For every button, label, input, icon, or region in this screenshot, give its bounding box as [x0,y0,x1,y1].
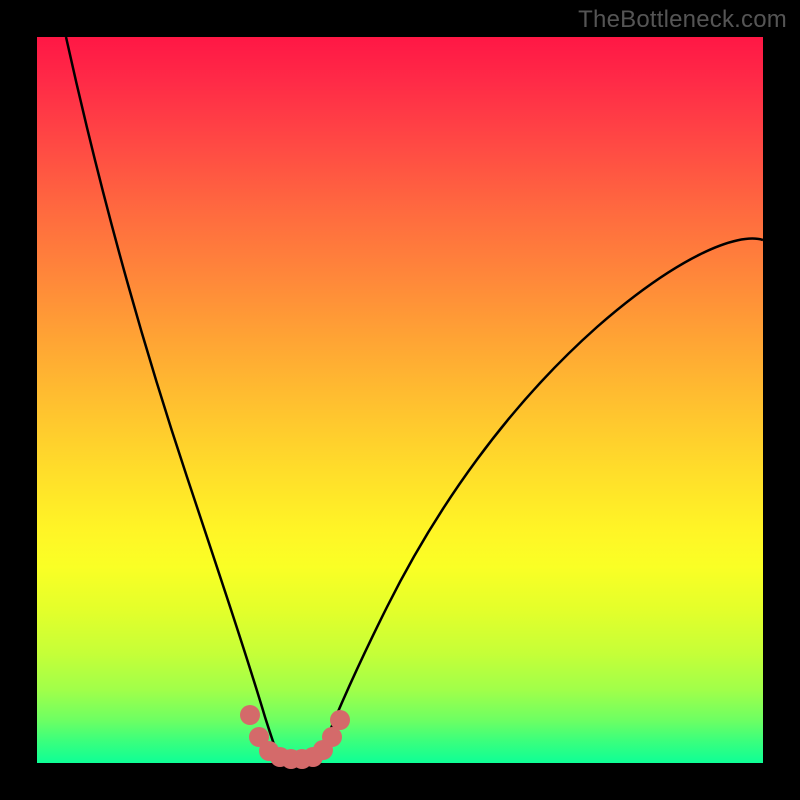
dot-icon [330,710,350,730]
chart-svg [37,37,763,763]
bottom-dots-group [240,705,350,769]
chart-container: TheBottleneck.com [0,0,800,800]
right-bottleneck-curve [317,239,763,763]
dot-icon [322,727,342,747]
dot-icon [240,705,260,725]
left-bottleneck-curve [66,37,281,763]
watermark-text: TheBottleneck.com [578,6,787,34]
